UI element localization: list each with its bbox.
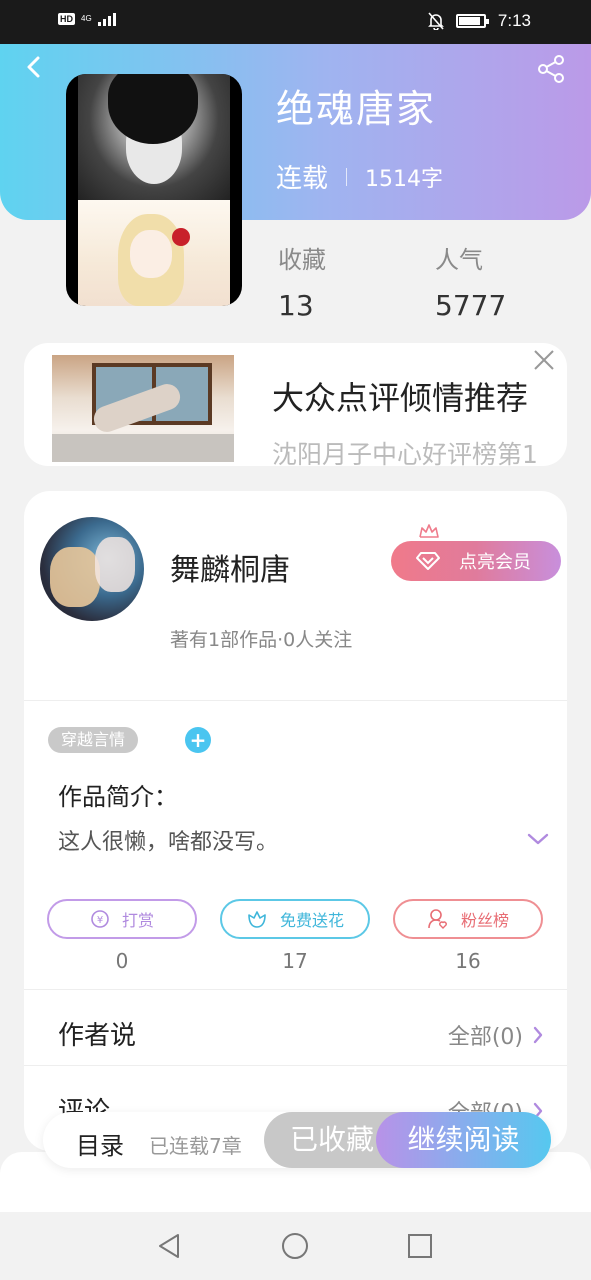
ad-banner[interactable]: 大众点评倾情推荐 沈阳月子中心好评榜第1 bbox=[24, 343, 567, 466]
status-left: HD 4G bbox=[58, 12, 116, 26]
intro-label: 作品简介： bbox=[58, 783, 178, 811]
close-icon[interactable] bbox=[533, 349, 555, 371]
status-right: 7:13 bbox=[427, 11, 531, 31]
book-meta: 连载 1514字 bbox=[276, 158, 443, 195]
favorites-value: 13 bbox=[278, 289, 314, 322]
author-says-more-label: 全部(0) bbox=[447, 1025, 523, 1050]
cover-art-bottom bbox=[78, 200, 230, 306]
ad-image bbox=[52, 355, 234, 462]
book-word-count: 1514字 bbox=[365, 166, 444, 192]
stat-popularity: 人气 5777 bbox=[435, 240, 506, 322]
crown-icon bbox=[419, 524, 439, 538]
divider bbox=[24, 989, 567, 990]
divider bbox=[24, 700, 567, 701]
mute-bell-icon bbox=[427, 12, 444, 30]
book-cover[interactable] bbox=[66, 74, 242, 306]
vip-button[interactable]: 点亮会员 bbox=[391, 541, 561, 581]
cover-art-top bbox=[78, 74, 230, 200]
vip-label: 点亮会员 bbox=[459, 552, 531, 573]
tip-label: 打赏 bbox=[121, 911, 154, 930]
author-says-title: 作者说 bbox=[58, 1021, 137, 1051]
nav-back-icon[interactable] bbox=[154, 1230, 186, 1262]
author-info: 著有1部作品·0人关注 bbox=[170, 629, 353, 651]
toc-button[interactable]: 目录 bbox=[76, 1126, 124, 1161]
network-type: 4G bbox=[81, 14, 92, 23]
flower-count: 17 bbox=[282, 949, 308, 973]
ad-title: 大众点评倾情推荐 bbox=[272, 379, 529, 417]
flower-icon bbox=[248, 911, 266, 928]
fans-rank-button[interactable]: 粉丝榜 bbox=[393, 899, 543, 939]
intro-text: 这人很懒，啥都没写。 bbox=[58, 830, 279, 855]
battery-icon bbox=[455, 14, 489, 28]
book-detail-card: 舞麟桐唐 点亮会员 著有1部作品·0人关注 穿越言情 + 作品简介： 这人很懒，… bbox=[24, 491, 567, 1151]
tip-button[interactable]: ¥ 打赏 bbox=[47, 899, 197, 939]
chevron-down-icon[interactable] bbox=[527, 832, 549, 846]
status-time: 7:13 bbox=[497, 11, 531, 30]
meta-divider bbox=[346, 167, 348, 186]
share-icon[interactable] bbox=[537, 54, 567, 84]
send-flower-label: 免费送花 bbox=[279, 911, 344, 930]
genre-tag[interactable]: 穿越言情 bbox=[48, 727, 139, 753]
bottom-action-bar: 目录 已连载7章 已收藏 继续阅读 bbox=[43, 1112, 551, 1168]
popularity-value: 5777 bbox=[435, 289, 507, 322]
popularity-label: 人气 bbox=[435, 246, 483, 274]
svg-text:¥: ¥ bbox=[97, 915, 103, 926]
status-bar: HD 4G 7:13 bbox=[0, 0, 591, 44]
fans-count: 16 bbox=[455, 949, 481, 973]
system-nav-bar bbox=[0, 1212, 591, 1280]
coin-icon: ¥ bbox=[91, 910, 109, 928]
divider bbox=[24, 1065, 567, 1066]
tip-count: 0 bbox=[115, 949, 129, 973]
signal-icon bbox=[97, 12, 116, 26]
fans-icon bbox=[428, 909, 447, 929]
author-says-more[interactable]: 全部(0) bbox=[448, 1019, 543, 1051]
send-flower-button[interactable]: 免费送花 bbox=[220, 899, 370, 939]
book-status: 连载 bbox=[276, 164, 329, 194]
add-tag-button[interactable]: + bbox=[185, 727, 211, 753]
hd-badge: HD bbox=[58, 13, 75, 25]
fans-rank-label: 粉丝榜 bbox=[460, 911, 509, 930]
stat-favorites: 收藏 13 bbox=[278, 240, 326, 322]
back-arrow-icon[interactable] bbox=[22, 54, 48, 80]
nav-home-icon[interactable] bbox=[279, 1230, 311, 1262]
nav-recent-icon[interactable] bbox=[404, 1230, 436, 1262]
continue-reading-button[interactable]: 继续阅读 bbox=[376, 1112, 551, 1168]
author-name[interactable]: 舞麟桐唐 bbox=[170, 545, 290, 589]
favorites-label: 收藏 bbox=[278, 246, 326, 274]
chevron-right-icon bbox=[533, 1026, 543, 1044]
book-title: 绝魂唐家 bbox=[276, 87, 437, 131]
author-avatar[interactable] bbox=[40, 517, 144, 621]
toc-status: 已连载7章 bbox=[149, 1134, 242, 1158]
diamond-icon bbox=[416, 552, 440, 570]
ad-subtitle: 沈阳月子中心好评榜第1 bbox=[272, 440, 538, 466]
